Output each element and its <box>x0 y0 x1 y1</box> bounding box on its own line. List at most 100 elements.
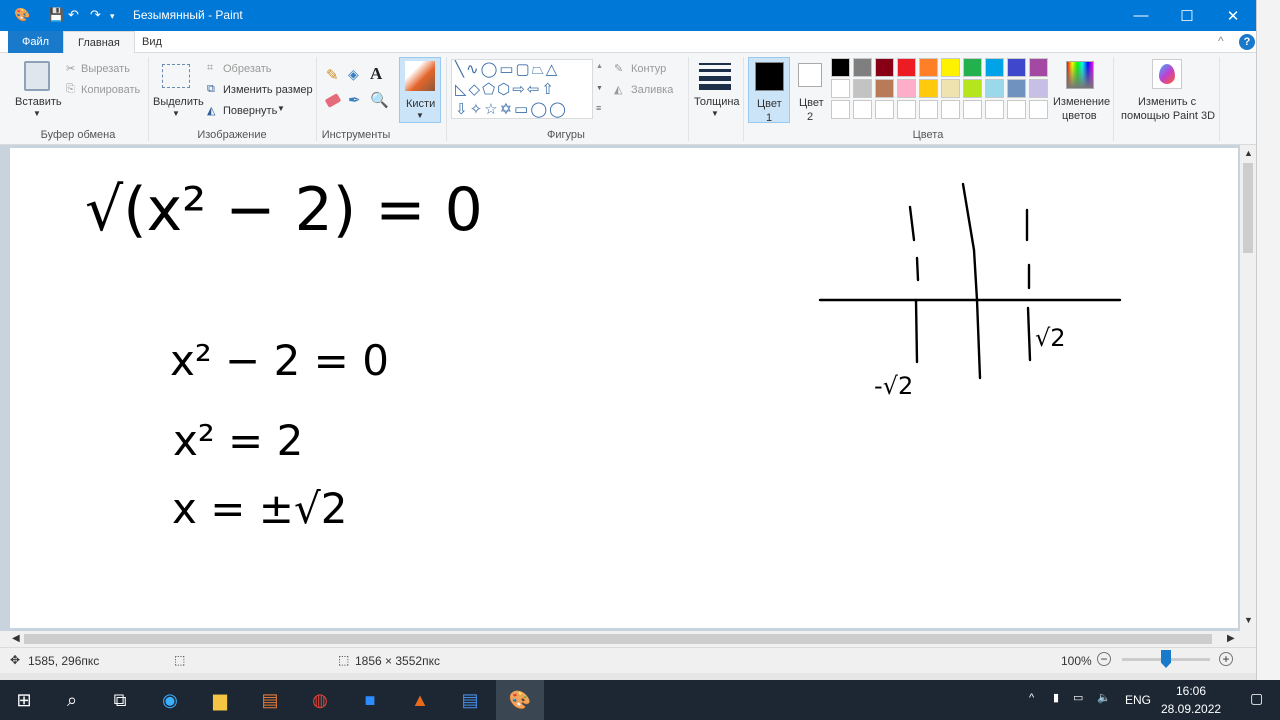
close-button[interactable]: ✕ <box>1210 0 1256 31</box>
shapes-row[interactable]: ⇩✧☆✡▭◯◯ <box>455 100 592 120</box>
palette-empty-swatch[interactable] <box>1007 100 1026 119</box>
zoom-slider-thumb[interactable] <box>1161 650 1171 668</box>
cut-button[interactable]: Вырезать <box>81 63 130 75</box>
tray-chevron-icon[interactable]: ^ <box>1029 692 1034 704</box>
tab-view[interactable]: Вид <box>128 31 176 53</box>
eraser-icon[interactable] <box>324 93 342 108</box>
writer-icon[interactable]: ▤ <box>446 680 494 720</box>
palette-color-swatch[interactable] <box>875 79 894 98</box>
palette-empty-swatch[interactable] <box>875 100 894 119</box>
color2-swatch[interactable] <box>798 63 822 87</box>
palette-empty-swatch[interactable] <box>853 100 872 119</box>
resize-button[interactable]: Изменить размер <box>223 84 313 96</box>
palette-empty-swatch[interactable] <box>963 100 982 119</box>
palette-color-swatch[interactable] <box>897 58 916 77</box>
vertical-scrollbar[interactable]: ▲ ▼ <box>1240 145 1256 631</box>
vertical-scroll-thumb[interactable] <box>1243 163 1253 253</box>
palette-color-swatch[interactable] <box>919 79 938 98</box>
file-explorer-icon[interactable]: ▆ <box>196 680 244 720</box>
shapes-scroll-down-icon[interactable]: ▼ <box>596 85 603 92</box>
palette-color-swatch[interactable] <box>897 79 916 98</box>
copy-button[interactable]: Копировать <box>81 84 140 96</box>
paint-app-icon[interactable]: 🎨 <box>14 7 30 23</box>
paint3d-button[interactable]: Изменить с <box>1138 96 1196 108</box>
palette-color-swatch[interactable] <box>941 58 960 77</box>
language-indicator[interactable]: ENG <box>1125 693 1151 707</box>
edit-colors-button[interactable]: Изменение <box>1053 96 1110 108</box>
text-tool-icon[interactable]: A <box>370 64 382 84</box>
redo-icon[interactable]: ↷ <box>90 7 101 23</box>
palette-color-swatch[interactable] <box>985 58 1004 77</box>
size-button[interactable]: Толщина <box>694 96 740 108</box>
fill-bucket-icon[interactable]: ◈ <box>348 66 359 83</box>
fill-button[interactable]: Заливка <box>631 84 673 96</box>
tab-file[interactable]: Файл <box>8 31 64 53</box>
horizontal-scroll-thumb[interactable] <box>24 634 1212 644</box>
pencil-icon[interactable]: ✎ <box>326 66 339 84</box>
palette-color-swatch[interactable] <box>1007 79 1026 98</box>
paint-taskbar-icon[interactable]: 🎨 <box>496 680 544 720</box>
shapes-expand-icon[interactable]: ≡ <box>596 103 601 113</box>
usb-icon[interactable]: ▮ <box>1053 691 1059 704</box>
zoom-in-button[interactable]: + <box>1219 652 1233 666</box>
clock-time[interactable]: 16:06 <box>1176 684 1206 698</box>
shapes-gallery[interactable]: ╲∿◯▭▢⏢△ ◺◇⬠⬡⇨⇦⇧ ⇩✧☆✡▭◯◯ <box>451 59 593 119</box>
scroll-up-icon[interactable]: ▲ <box>1244 148 1253 158</box>
zoom-out-button[interactable]: − <box>1097 652 1111 666</box>
shapes-row[interactable]: ◺◇⬠⬡⇨⇦⇧ <box>455 80 592 100</box>
palette-color-swatch[interactable] <box>853 58 872 77</box>
drawing-canvas[interactable]: √(x² − 2) = 0 x² − 2 = 0 x² = 2 x = ±√2 … <box>10 148 1238 628</box>
palette-color-swatch[interactable] <box>919 58 938 77</box>
crop-button[interactable]: Обрезать <box>223 63 272 75</box>
palette-empty-swatch[interactable] <box>1029 100 1048 119</box>
color2-label[interactable]: Цвет <box>799 97 824 109</box>
palette-empty-swatch[interactable] <box>985 100 1004 119</box>
palette-color-swatch[interactable] <box>853 79 872 98</box>
maximize-button[interactable]: ☐ <box>1164 0 1210 31</box>
shapes-row[interactable]: ╲∿◯▭▢⏢△ <box>455 60 592 80</box>
horizontal-scrollbar[interactable]: ◀ ▶ <box>0 631 1240 647</box>
palette-color-swatch[interactable] <box>941 79 960 98</box>
undo-icon[interactable]: ↶ <box>68 7 79 23</box>
palette-empty-swatch[interactable] <box>897 100 916 119</box>
palette-color-swatch[interactable] <box>963 79 982 98</box>
outline-button[interactable]: Контур <box>631 63 666 75</box>
scroll-right-icon[interactable]: ▶ <box>1227 633 1235 644</box>
clock-date[interactable]: 28.09.2022 <box>1161 702 1221 716</box>
palette-color-swatch[interactable] <box>963 58 982 77</box>
palette-color-swatch[interactable] <box>1007 58 1026 77</box>
quick-access-dropdown-icon[interactable]: ▾ <box>110 11 115 22</box>
rotate-dropdown-icon[interactable]: ▼ <box>277 104 285 113</box>
palette-empty-swatch[interactable] <box>941 100 960 119</box>
palette-color-swatch[interactable] <box>875 58 894 77</box>
palette-color-swatch[interactable] <box>985 79 1004 98</box>
rotate-button[interactable]: Повернуть <box>223 105 277 117</box>
scroll-down-icon[interactable]: ▼ <box>1244 615 1253 625</box>
edge-icon[interactable]: ◉ <box>146 680 194 720</box>
brushes-button[interactable]: Кисти ▼ <box>399 57 441 123</box>
notifications-icon[interactable]: ▢ <box>1250 690 1263 707</box>
size-dropdown-icon[interactable]: ▼ <box>711 109 719 118</box>
palette-color-swatch[interactable] <box>1029 79 1048 98</box>
impress-icon[interactable]: ▤ <box>246 680 294 720</box>
color-picker-icon[interactable]: ✒ <box>348 91 361 109</box>
palette-color-swatch[interactable] <box>1029 58 1048 77</box>
palette-color-swatch[interactable] <box>831 58 850 77</box>
palette-empty-swatch[interactable] <box>919 100 938 119</box>
help-icon[interactable]: ? <box>1239 34 1255 50</box>
volume-icon[interactable]: 🔈 <box>1097 691 1111 704</box>
network-icon[interactable]: ▭ <box>1073 691 1083 704</box>
collapse-ribbon-icon[interactable]: ^ <box>1218 34 1224 48</box>
select-button[interactable]: Выделить <box>153 96 204 108</box>
palette-color-swatch[interactable] <box>831 79 850 98</box>
zoom-app-icon[interactable]: ■ <box>346 680 394 720</box>
shapes-scroll-up-icon[interactable]: ▲ <box>596 63 603 70</box>
color1-button[interactable]: Цвет 1 <box>748 57 790 124</box>
select-dropdown-icon[interactable]: ▼ <box>172 109 180 118</box>
search-icon[interactable]: ⌕ <box>48 680 96 720</box>
paste-dropdown-icon[interactable]: ▼ <box>33 109 41 118</box>
scroll-left-icon[interactable]: ◀ <box>12 633 20 644</box>
task-view-icon[interactable]: ⧉ <box>96 680 144 720</box>
tab-home[interactable]: Главная <box>63 31 135 53</box>
chrome-icon[interactable]: ◍ <box>296 680 344 720</box>
